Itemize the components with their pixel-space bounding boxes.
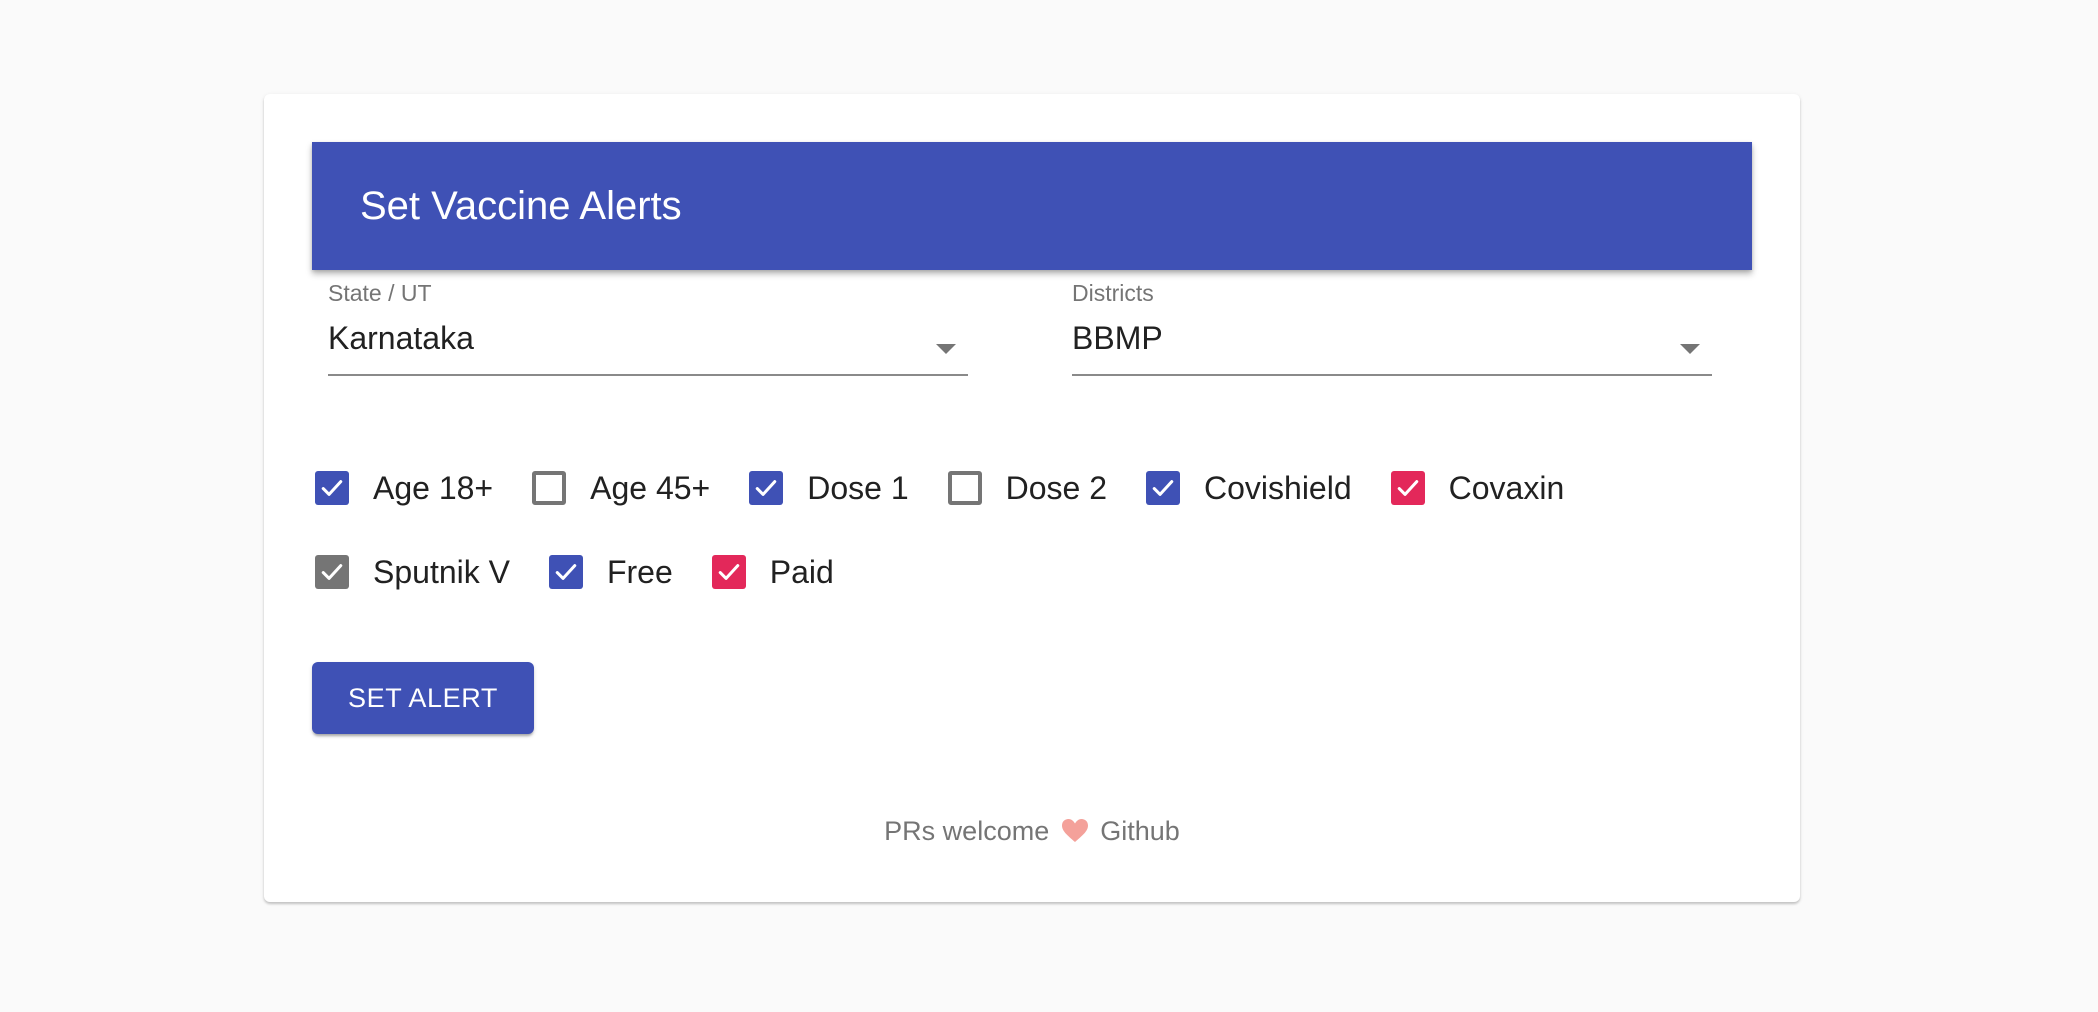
dropdown-arrow-icon: [1680, 344, 1700, 354]
state-underline: [328, 374, 968, 376]
state-select[interactable]: State / UT Karnataka: [328, 272, 968, 376]
checkbox-covishield[interactable]: Covishield: [1143, 470, 1352, 507]
checkbox-row-1: Age 18+ Age 45+ Dose 1 Dose 2 Covishield…: [312, 458, 1600, 518]
district-label: Districts: [1072, 280, 1154, 306]
checkmark-icon: [321, 564, 343, 580]
checkbox-icon[interactable]: [749, 471, 784, 505]
checkmark-icon: [321, 480, 343, 496]
dropdown-arrow-icon: [936, 344, 956, 354]
state-field: State / UT Karnataka: [328, 272, 968, 376]
checkbox-label: Paid: [769, 553, 834, 590]
footer: PRs welcome Github: [264, 816, 1800, 851]
checkbox-icon[interactable]: [548, 555, 583, 589]
heart-icon: [1061, 818, 1089, 851]
checkbox-label: Dose 2: [1005, 469, 1107, 506]
github-link[interactable]: Github: [1100, 816, 1180, 846]
checkbox-age-45[interactable]: Age 45+: [529, 470, 710, 507]
checkbox-label: Covaxin: [1448, 469, 1565, 506]
checkbox-label: Free: [606, 553, 673, 590]
checkmark-icon: [555, 564, 577, 580]
checkbox-sputnik-v[interactable]: Sputnik V: [312, 554, 510, 591]
checkmark-icon: [1397, 480, 1418, 496]
checkbox-label: Covishield: [1204, 469, 1352, 506]
checkbox-row-2: Sputnik V Free Paid: [312, 542, 870, 602]
set-alert-button[interactable]: SET ALERT: [312, 662, 534, 734]
checkbox-dose-1[interactable]: Dose 1: [746, 469, 909, 507]
checkbox-covaxin[interactable]: Covaxin: [1388, 469, 1565, 507]
district-field: Districts BBMP: [1072, 272, 1712, 376]
district-underline: [1072, 374, 1712, 376]
alert-card: Set Vaccine Alerts State / UT Karnataka …: [264, 94, 1800, 902]
state-value: Karnataka: [328, 320, 474, 356]
page-title: Set Vaccine Alerts: [360, 183, 682, 228]
checkbox-free[interactable]: Free: [546, 554, 673, 591]
checkbox-label: Sputnik V: [373, 553, 510, 590]
checkmark-icon: [755, 480, 777, 496]
checkbox-paid[interactable]: Paid: [709, 554, 834, 591]
header-bar: Set Vaccine Alerts: [312, 142, 1752, 270]
checkbox-age-18[interactable]: Age 18+: [312, 470, 493, 507]
checkbox-label: Age 18+: [373, 469, 494, 506]
checkbox-icon[interactable]: [315, 471, 349, 505]
checkmark-icon: [1152, 480, 1174, 496]
checkbox-icon[interactable]: [1390, 471, 1425, 505]
checkbox-dose-2[interactable]: Dose 2: [945, 470, 1107, 507]
state-label: State / UT: [328, 280, 432, 306]
district-value: BBMP: [1072, 320, 1163, 356]
checkbox-icon[interactable]: [315, 555, 349, 589]
checkbox-icon[interactable]: [532, 471, 567, 505]
checkbox-label: Dose 1: [807, 469, 909, 506]
checkmark-icon: [718, 564, 740, 580]
district-select[interactable]: Districts BBMP: [1072, 272, 1712, 376]
checkbox-icon[interactable]: [947, 471, 982, 505]
checkbox-icon[interactable]: [1146, 471, 1180, 505]
checkbox-label: Age 45+: [590, 469, 711, 506]
footer-text: PRs welcome: [884, 816, 1050, 846]
checkbox-icon[interactable]: [711, 555, 746, 589]
